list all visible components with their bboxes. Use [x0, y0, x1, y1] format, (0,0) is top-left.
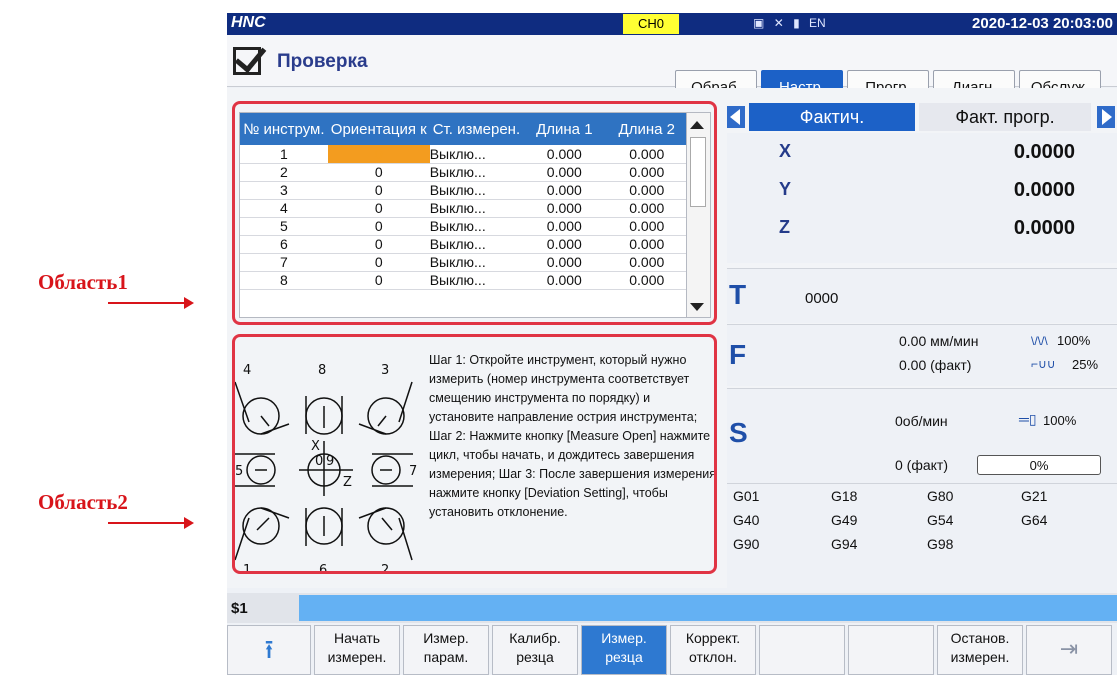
datetime: 2020-12-03 20:03:00: [972, 15, 1113, 32]
area2-highlight: [232, 334, 717, 574]
status-label: $1: [231, 600, 248, 617]
gcode: G18: [831, 488, 858, 504]
cnc-screen: HNC CH0 ▣ ✕ ▮ EN 2020-12-03 20:03:00 Про…: [227, 13, 1117, 675]
axis-row-z: Z 0.0000: [727, 211, 1117, 247]
gcode: G90: [733, 536, 760, 552]
softkey-start-measure[interactable]: Начать измерен.: [314, 625, 400, 675]
language-label[interactable]: EN: [809, 16, 826, 30]
axis-x-value: 0.0000: [1013, 141, 1075, 163]
axis-row-y: Y 0.0000: [727, 173, 1117, 209]
next-arrow-icon[interactable]: [1097, 106, 1115, 128]
gcode: G54: [927, 512, 954, 528]
rapid-override: 25%: [1072, 357, 1099, 372]
status-line: $1: [227, 593, 1117, 623]
axis-values: X 0.0000 Y 0.0000 Z 0.0000: [727, 133, 1117, 263]
spindle-actual: 0 (факт): [895, 457, 948, 473]
spindle-letter: S: [729, 417, 748, 448]
softkey-empty[interactable]: [848, 625, 934, 675]
keyboard-icon: ▮: [793, 16, 800, 30]
axis-y-value: 0.0000: [1013, 179, 1075, 201]
area2-annotation: Область2: [38, 490, 128, 514]
gcode: G40: [733, 512, 760, 528]
softkey-stop-measure[interactable]: Останов. измерен.: [937, 625, 1023, 675]
prev-arrow-icon[interactable]: [727, 106, 745, 128]
area1-highlight: [232, 101, 717, 325]
rapid-override-icon: ⌐∪∪: [1031, 357, 1056, 371]
next-page-icon: ⇥: [1059, 636, 1079, 661]
gcode: G94: [831, 536, 858, 552]
softkey-deviation[interactable]: Коррект. отклон.: [670, 625, 756, 675]
feed-panel: F 0.00 мм/мин \/\/\ 100% 0.00 (факт) ⌐∪∪…: [727, 324, 1117, 386]
spindle-load-bar: 0%: [977, 455, 1101, 475]
spindle-load-value: 0%: [1029, 458, 1049, 473]
gcode: G98: [927, 536, 954, 552]
area1-arrow: [108, 297, 194, 309]
spindle-panel: S 0об/мин ═▯ 100% 0 (факт) 0%: [727, 388, 1117, 483]
network-icon: ▣: [753, 16, 765, 30]
area1-annotation: Область1: [38, 270, 128, 294]
command-line[interactable]: [299, 595, 1117, 621]
gcode: G80: [927, 488, 954, 504]
coordinate-header: Фактич. Факт. прогр.: [727, 103, 1117, 131]
check-icon: [233, 47, 261, 75]
tool-letter: T: [729, 279, 747, 310]
close-icon[interactable]: ✕: [774, 16, 784, 30]
tab-program-actual[interactable]: Факт. прогр.: [919, 103, 1091, 131]
title-bar: Проверка Обраб. Настр. Прогр. Диагн. Обс…: [227, 35, 1117, 106]
gcode: G49: [831, 512, 858, 528]
top-bar: HNC CH0 ▣ ✕ ▮ EN 2020-12-03 20:03:00: [227, 13, 1117, 35]
feed-override: 100%: [1057, 333, 1091, 348]
gcode: G01: [733, 488, 760, 504]
tool-number: 0000: [805, 290, 839, 307]
axis-y-name: Y: [779, 179, 792, 199]
spindle-speed: 0об/мин: [895, 413, 948, 429]
softkey-calibrate-tool[interactable]: Калибр. резца: [492, 625, 578, 675]
gcode: G64: [1021, 512, 1048, 528]
gcode-panel: G01 G18 G80 G21 G40 G49 G54 G64 G90 G94 …: [727, 483, 1117, 588]
softkey-bar: ⭱ Начать измерен. Измер. парам. Калибр. …: [227, 625, 1117, 675]
page-title: Проверка: [277, 51, 368, 72]
system-icons: ▣ ✕ ▮ EN: [753, 16, 832, 30]
feed-letter: F: [729, 339, 747, 370]
feed-actual: 0.00 (факт): [899, 357, 972, 373]
tab-actual[interactable]: Фактич.: [749, 103, 915, 131]
softkey-measure-params[interactable]: Измер. парам.: [403, 625, 489, 675]
axis-z-value: 0.0000: [1013, 217, 1075, 239]
main-panel: № инструм. Ориентация к Ст. измерен. Дли…: [227, 88, 1117, 588]
channel-indicator[interactable]: CH0: [623, 14, 679, 34]
area2-arrow: [108, 517, 194, 529]
softkey-return[interactable]: ⭱: [227, 625, 311, 675]
feed-rate: 0.00 мм/мин: [899, 333, 979, 349]
softkey-next[interactable]: ⇥: [1026, 625, 1112, 675]
softkey-empty[interactable]: [759, 625, 845, 675]
gcode: G21: [1021, 488, 1048, 504]
axis-x-name: X: [779, 141, 792, 161]
spindle-override: 100%: [1043, 413, 1077, 428]
axis-row-x: X 0.0000: [727, 135, 1117, 171]
up-arrow-icon: ⭱: [264, 634, 274, 664]
spindle-override-icon: ═▯: [1019, 411, 1037, 427]
axis-z-name: Z: [779, 217, 790, 237]
tool-panel: T 0000: [727, 268, 1117, 323]
feed-override-icon: \/\/\: [1031, 334, 1048, 348]
softkey-measure-tool[interactable]: Измер. резца: [581, 625, 667, 675]
hnc-logo: HNC: [231, 14, 266, 31]
